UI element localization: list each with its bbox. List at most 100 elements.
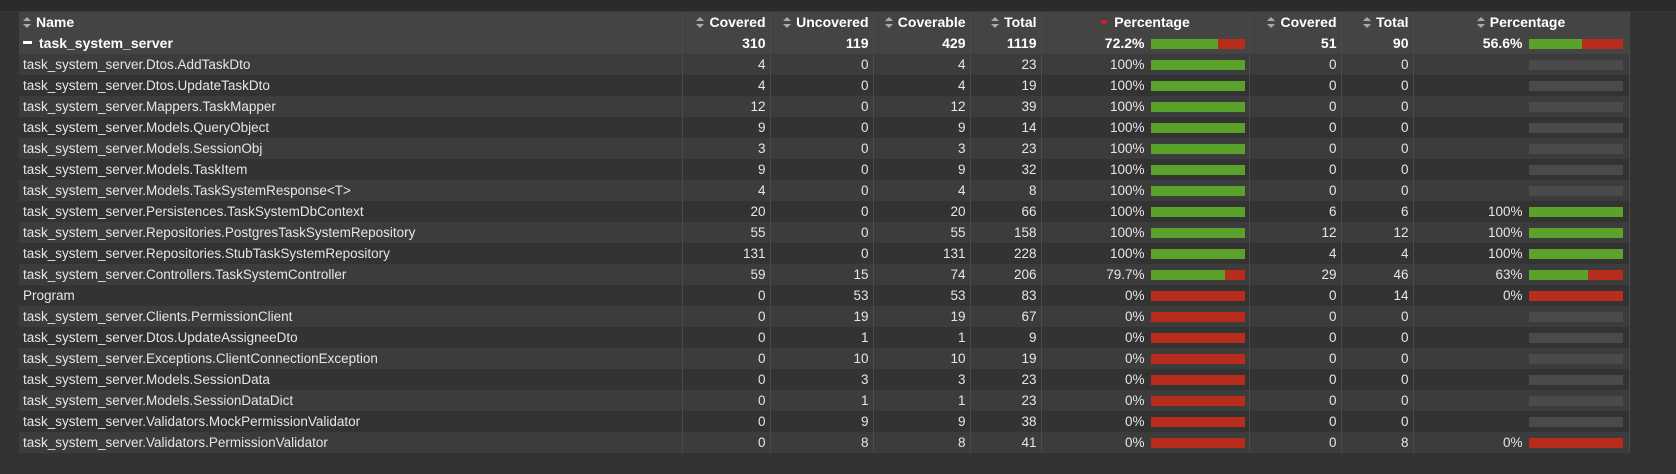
class-name-link[interactable]: task_system_server.Dtos.UpdateTaskDto <box>19 75 683 96</box>
covered-cell: 0 <box>682 369 771 390</box>
column-header-branch-total[interactable]: Total <box>1341 12 1414 33</box>
column-header-branch-percentage[interactable]: Percentage <box>1413 12 1630 33</box>
percentage-cell: 0% <box>1041 390 1250 411</box>
class-row[interactable]: task_system_server.Clients.PermissionCli… <box>19 306 1630 327</box>
class-name-link[interactable]: task_system_server.Models.QueryObject <box>19 117 683 138</box>
class-row[interactable]: task_system_server.Dtos.UpdateAssigneeDt… <box>19 327 1630 348</box>
class-name-link[interactable]: task_system_server.Models.TaskSystemResp… <box>19 180 683 201</box>
line-coverage-bar <box>1150 185 1245 196</box>
percentage-cell: 100% <box>1041 201 1250 222</box>
branch-percentage-value: 100% <box>1487 204 1523 219</box>
branch-total-cell: 0 <box>1341 138 1414 159</box>
column-header-label: Name <box>36 14 75 30</box>
covered-cell: 0 <box>682 285 771 306</box>
class-name-link[interactable]: task_system_server.Models.SessionObj <box>19 138 683 159</box>
assembly-summary-row[interactable]: task_system_server 310 119 429 1119 72.2… <box>19 33 1630 54</box>
class-name-link[interactable]: task_system_server.Validators.MockPermis… <box>19 411 683 432</box>
class-name-link[interactable]: task_system_server.Dtos.UpdateAssigneeDt… <box>19 327 683 348</box>
class-row[interactable]: task_system_server.Dtos.AddTaskDto 4 0 4 23 1… <box>19 54 1630 75</box>
branch-percentage-cell: 100% <box>1413 243 1630 264</box>
uncovered-bar-segment <box>1150 290 1245 301</box>
branch-total-cell: 0 <box>1341 327 1414 348</box>
class-row[interactable]: Program 0 53 53 83 0% 0 14 0% <box>19 285 1630 306</box>
coverable-cell: 4 <box>873 75 971 96</box>
class-name-link[interactable]: task_system_server.Validators.Permission… <box>19 432 683 453</box>
class-name-link[interactable]: task_system_server.Dtos.AddTaskDto <box>19 54 683 75</box>
branch-total-cell: 0 <box>1341 96 1414 117</box>
empty-coverage-bar <box>1528 101 1623 112</box>
column-header-label: Total <box>1004 14 1037 30</box>
class-row[interactable]: task_system_server.Persistences.TaskSyst… <box>19 201 1630 222</box>
branch-covered-cell: 0 <box>1249 96 1342 117</box>
class-name-link[interactable]: task_system_server.Models.TaskItem <box>19 159 683 180</box>
uncovered-cell: 1 <box>770 327 874 348</box>
class-row[interactable]: task_system_server.Models.SessionData 0 3 3… <box>19 369 1630 390</box>
branch-percentage-cell <box>1413 306 1630 327</box>
class-name-link[interactable]: task_system_server.Repositories.StubTask… <box>19 243 683 264</box>
column-header-name[interactable]: Name <box>19 12 683 33</box>
class-row[interactable]: task_system_server.Models.TaskItem 9 0 9 32 1… <box>19 159 1630 180</box>
uncovered-bar-segment <box>1150 416 1245 427</box>
class-name-link[interactable]: task_system_server.Models.SessionData <box>19 369 683 390</box>
coverage-table: Name Covered Uncovered Coverable Total P… <box>19 12 1630 453</box>
column-header-total[interactable]: Total <box>970 12 1042 33</box>
collapse-minus-icon[interactable] <box>23 41 32 44</box>
branch-coverage-bar <box>1528 437 1623 448</box>
column-header-covered[interactable]: Covered <box>682 12 771 33</box>
branch-coverage-bar <box>1528 206 1623 217</box>
class-name-link[interactable]: task_system_server.Models.SessionDataDic… <box>19 390 683 411</box>
uncovered-cell: 0 <box>770 117 874 138</box>
branch-total-cell: 90 <box>1341 33 1414 54</box>
line-coverage-bar <box>1150 416 1245 427</box>
class-row[interactable]: task_system_server.Models.SessionDataDic… <box>19 390 1630 411</box>
coverable-cell: 1 <box>873 390 971 411</box>
class-name-link[interactable]: task_system_server.Persistences.TaskSyst… <box>19 201 683 222</box>
assembly-name-cell[interactable]: task_system_server <box>19 33 683 54</box>
class-row[interactable]: task_system_server.Models.QueryObject 9 0 9… <box>19 117 1630 138</box>
class-name-link[interactable]: task_system_server.Repositories.Postgres… <box>19 222 683 243</box>
column-header-branch-covered[interactable]: Covered <box>1249 12 1342 33</box>
branch-total-cell: 0 <box>1341 306 1414 327</box>
line-coverage-bar <box>1150 143 1245 154</box>
percentage-value: 100% <box>1109 99 1145 114</box>
column-header-label: Percentage <box>1114 14 1190 30</box>
branch-total-cell: 12 <box>1341 222 1414 243</box>
class-name-link[interactable]: Program <box>19 285 683 306</box>
class-name-link[interactable]: task_system_server.Controllers.TaskSyste… <box>19 264 683 285</box>
column-header-coverable[interactable]: Coverable <box>873 12 971 33</box>
column-header-percentage[interactable]: Percentage <box>1041 12 1250 33</box>
branch-total-cell: 0 <box>1341 117 1414 138</box>
class-row[interactable]: task_system_server.Validators.Permission… <box>19 432 1630 453</box>
covered-cell: 55 <box>682 222 771 243</box>
total-cell: 23 <box>970 54 1042 75</box>
class-row[interactable]: task_system_server.Repositories.Postgres… <box>19 222 1630 243</box>
class-name-link[interactable]: task_system_server.Mappers.TaskMapper <box>19 96 683 117</box>
class-row[interactable]: task_system_server.Models.TaskSystemResp… <box>19 180 1630 201</box>
class-name-link[interactable]: task_system_server.Exceptions.ClientConn… <box>19 348 683 369</box>
class-row[interactable]: task_system_server.Dtos.UpdateTaskDto 4 0 4… <box>19 75 1630 96</box>
class-row[interactable]: task_system_server.Models.SessionObj 3 0 3 2… <box>19 138 1630 159</box>
column-header-label: Total <box>1376 14 1409 30</box>
class-name-link[interactable]: task_system_server.Clients.PermissionCli… <box>19 306 683 327</box>
uncovered-bar-segment <box>1150 353 1245 364</box>
sort-descending-icon <box>1100 20 1109 26</box>
total-cell: 67 <box>970 306 1042 327</box>
class-row[interactable]: task_system_server.Exceptions.ClientConn… <box>19 348 1630 369</box>
column-header-uncovered[interactable]: Uncovered <box>770 12 874 33</box>
covered-cell: 9 <box>682 159 771 180</box>
percentage-value: 0% <box>1124 372 1145 387</box>
class-row[interactable]: task_system_server.Mappers.TaskMapper 12 0… <box>19 96 1630 117</box>
uncovered-cell: 0 <box>770 159 874 180</box>
total-cell: 14 <box>970 117 1042 138</box>
class-row[interactable]: task_system_server.Controllers.TaskSyste… <box>19 264 1630 285</box>
percentage-value: 100% <box>1109 204 1145 219</box>
coverable-cell: 429 <box>873 33 971 54</box>
class-row[interactable]: task_system_server.Validators.MockPermis… <box>19 411 1630 432</box>
line-coverage-bar <box>1150 206 1245 217</box>
branch-percentage-cell: 0% <box>1413 432 1630 453</box>
total-cell: 23 <box>970 138 1042 159</box>
class-row[interactable]: task_system_server.Repositories.StubTask… <box>19 243 1630 264</box>
percentage-value: 100% <box>1109 120 1145 135</box>
covered-cell: 9 <box>682 117 771 138</box>
branch-percentage-cell <box>1413 117 1630 138</box>
